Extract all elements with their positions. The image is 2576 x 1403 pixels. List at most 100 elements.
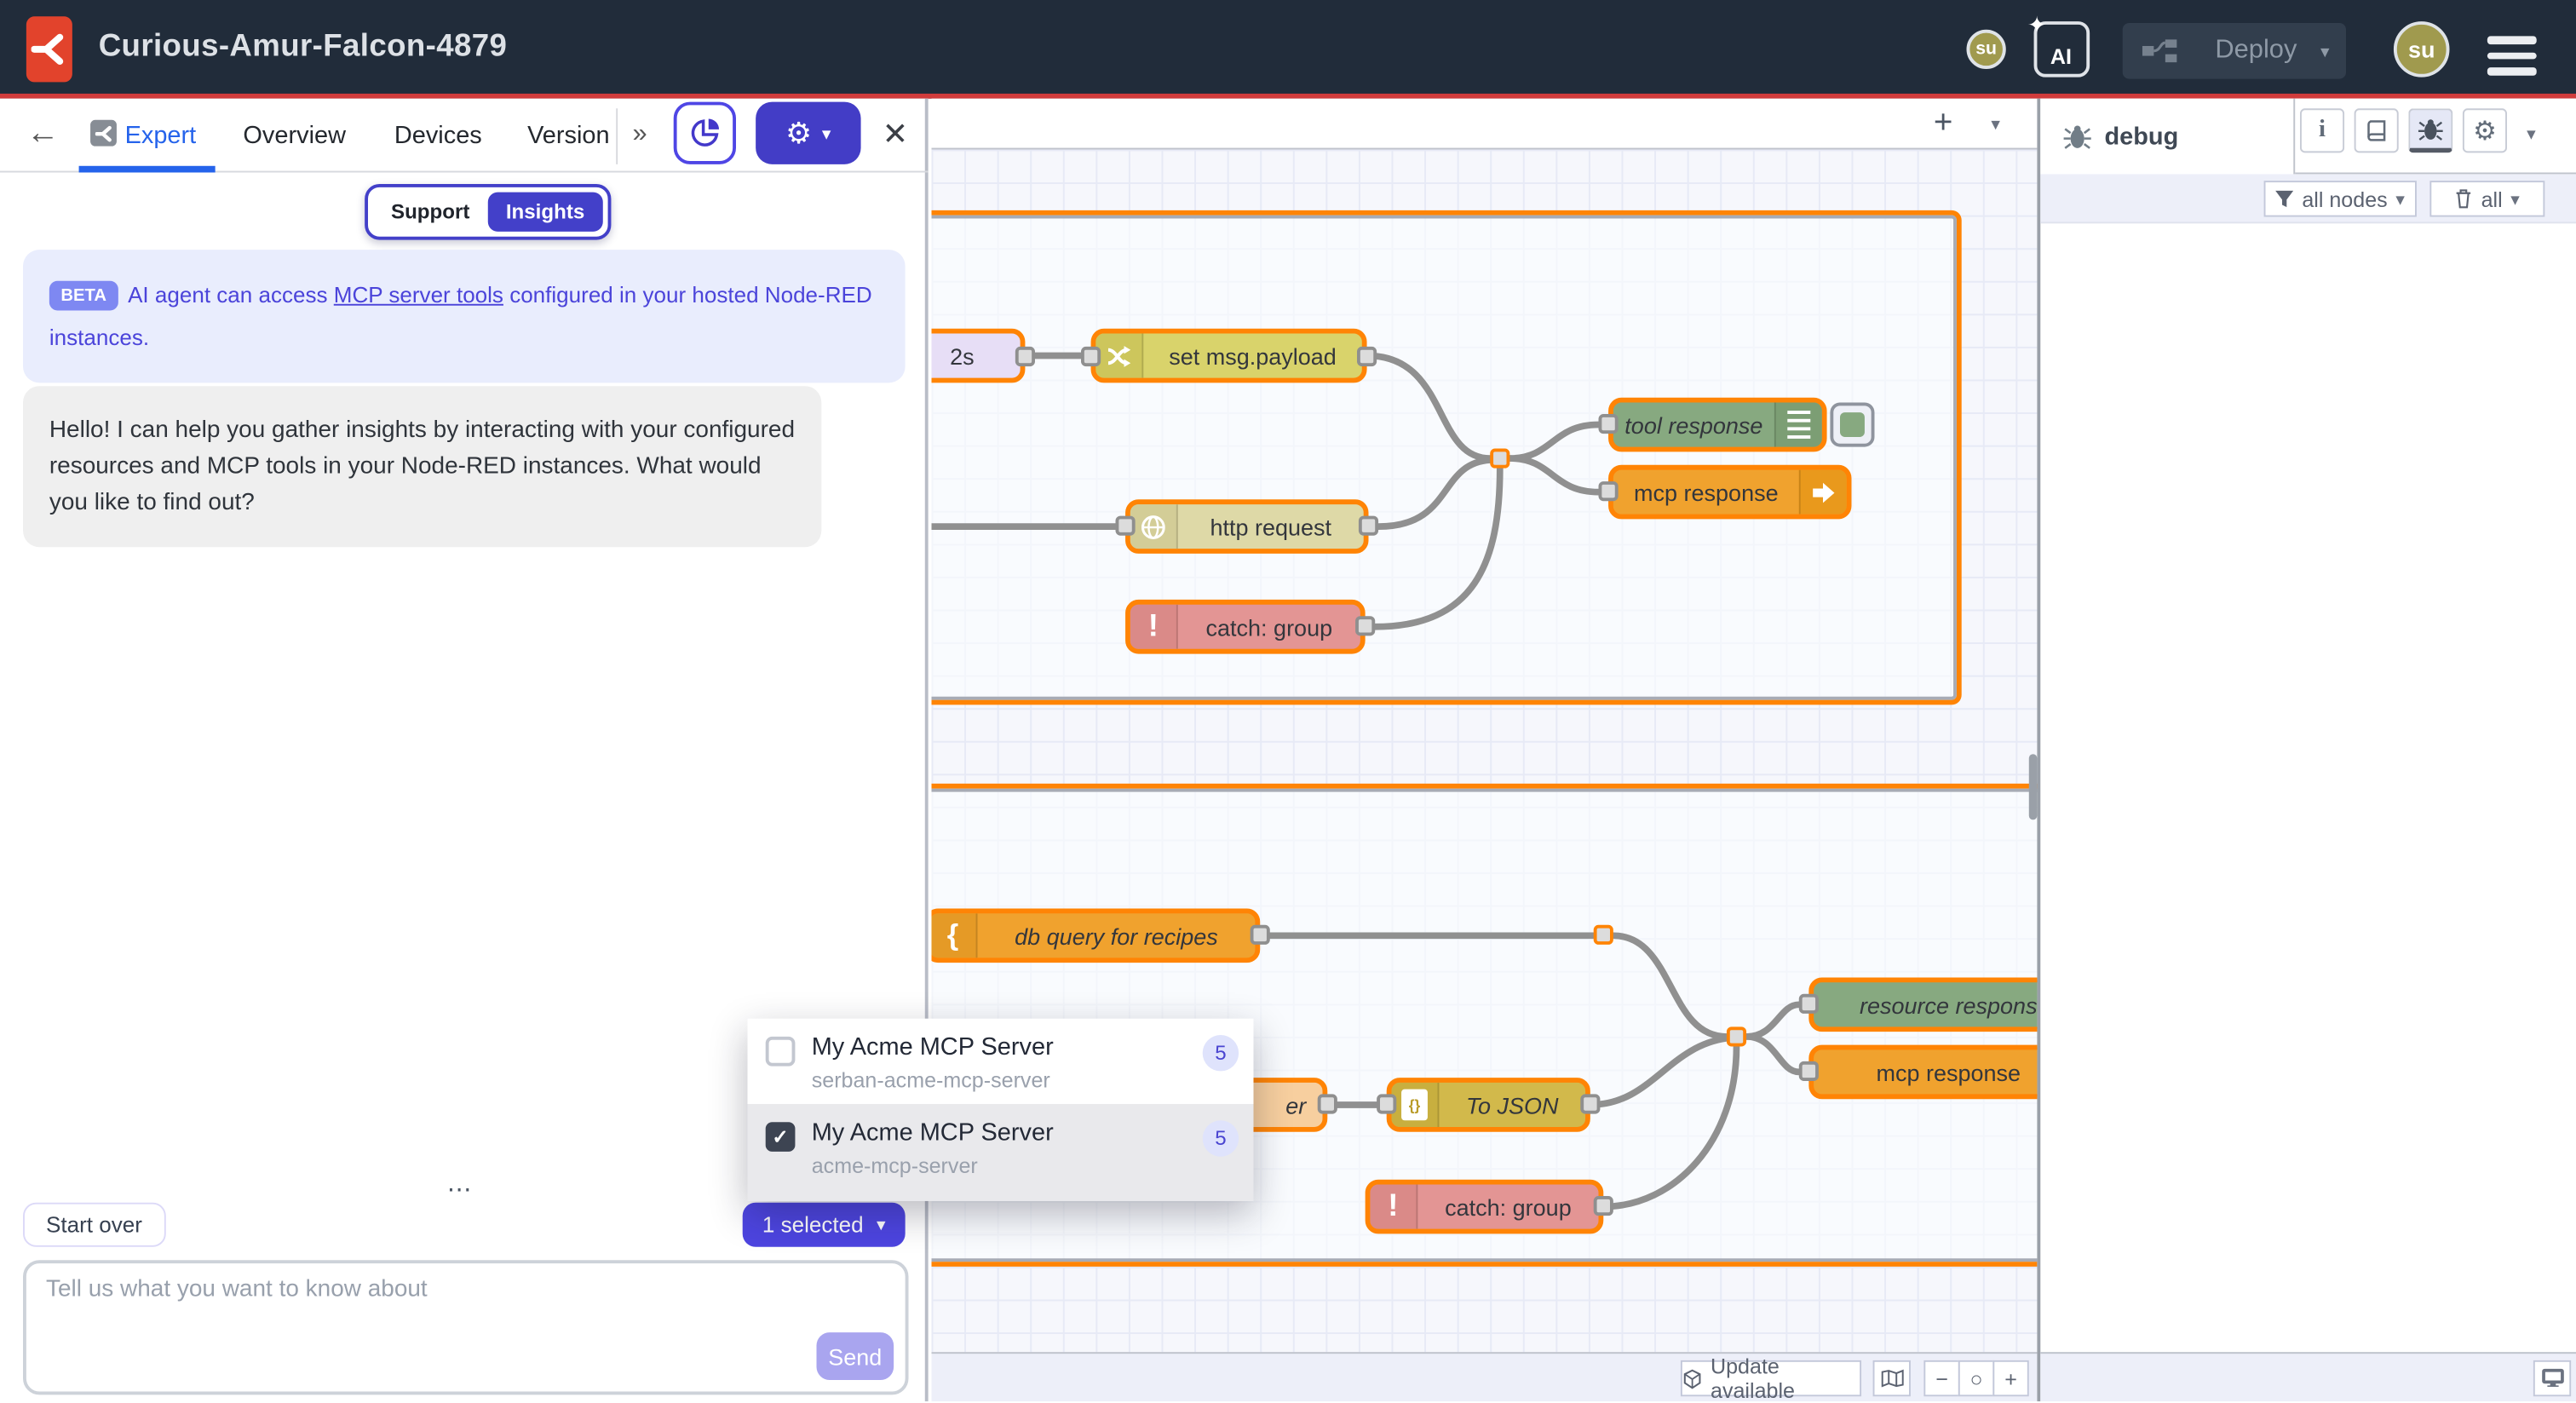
info-panel-button[interactable]: i <box>2300 108 2344 152</box>
output-port[interactable] <box>1355 616 1375 635</box>
mcp-server-tools-link[interactable]: MCP server tools <box>334 283 503 308</box>
wire-junction[interactable] <box>1594 925 1613 945</box>
toggle-insights[interactable]: Insights <box>488 193 603 232</box>
input-port[interactable] <box>1377 1094 1396 1113</box>
mcp-server-option[interactable]: ✓ My Acme MCP Server acme-mcp-server 5 <box>747 1104 1253 1201</box>
back-arrow-icon[interactable]: ← <box>26 115 60 152</box>
chat-input-box: Send <box>23 1260 908 1394</box>
link-out-icon <box>1799 470 1847 515</box>
chevron-down-icon: ▾ <box>2395 188 2405 210</box>
output-port[interactable] <box>1359 516 1378 536</box>
help-panel-button[interactable] <box>2355 108 2399 152</box>
drag-handle-dots[interactable]: ⋯ <box>447 1175 477 1205</box>
deploy-button[interactable]: Deploy ▾ <box>2123 23 2346 79</box>
flow-list-caret-icon[interactable]: ▾ <box>1991 113 2000 135</box>
active-tab-underline <box>79 166 216 173</box>
insights-chart-button[interactable] <box>674 102 736 164</box>
input-port[interactable] <box>1799 994 1819 1014</box>
flow-node-db-query[interactable]: { db query for recipes <box>931 908 1260 963</box>
output-port[interactable] <box>1318 1094 1337 1113</box>
sidebar-caret-icon[interactable]: ▾ <box>2527 124 2536 145</box>
tab-devices[interactable]: Devices <box>394 122 482 150</box>
chat-input[interactable] <box>46 1276 802 1378</box>
output-port[interactable] <box>1357 347 1377 366</box>
zoom-reset-button[interactable]: ○ <box>1958 1360 1994 1396</box>
avatar-small[interactable]: su <box>1966 30 2005 69</box>
mcp-server-option[interactable]: My Acme MCP Server serban-acme-mcp-serve… <box>747 1019 1253 1104</box>
output-port[interactable] <box>1015 347 1035 366</box>
tab-expert[interactable]: Expert <box>125 122 197 150</box>
flow-node-resource-response[interactable]: resource respons <box>1808 977 2037 1032</box>
mcp-server-dropdown: My Acme MCP Server serban-acme-mcp-serve… <box>747 1019 1253 1201</box>
node-label: tool response <box>1613 402 1774 446</box>
output-port[interactable] <box>1594 1196 1613 1216</box>
change-icon <box>1095 333 1143 377</box>
input-port[interactable] <box>1799 1061 1819 1081</box>
main-menu-button[interactable] <box>2487 28 2537 83</box>
user-avatar[interactable]: su <box>2394 21 2450 78</box>
flow-node-mcp-response-top[interactable]: mcp response <box>1608 465 1851 520</box>
checkbox-unchecked[interactable] <box>766 1037 796 1067</box>
selected-servers-button[interactable]: 1 selected ▾ <box>743 1203 906 1247</box>
settings-panel-button[interactable]: ⚙ <box>2463 108 2507 152</box>
assistant-settings-button[interactable]: ⚙ ▾ <box>756 102 860 164</box>
input-port[interactable] <box>1598 414 1618 434</box>
debug-output-icon <box>1774 402 1822 446</box>
send-button[interactable]: Send <box>816 1332 894 1380</box>
server-id: serban-acme-mcp-server <box>812 1068 1050 1093</box>
toggle-support[interactable]: Support <box>373 193 488 232</box>
wire-junction[interactable] <box>1490 448 1509 468</box>
filter-nodes-button[interactable]: all nodes ▾ <box>2264 181 2417 216</box>
page-title: Curious-Amur-Falcon-4879 <box>99 0 508 94</box>
flow-node-catch-bottom[interactable]: ! catch: group <box>1366 1180 1604 1234</box>
clear-messages-button[interactable]: all ▾ <box>2429 181 2544 216</box>
assistant-panel: ← Expert Overview Devices Version » ⚙ ▾ … <box>0 99 929 1401</box>
tab-overview[interactable]: Overview <box>243 122 346 150</box>
wire-junction[interactable] <box>1727 1026 1746 1046</box>
checkbox-checked[interactable]: ✓ <box>766 1122 796 1152</box>
bug-icon <box>2063 124 2091 149</box>
output-port[interactable] <box>1251 925 1270 945</box>
tab-version[interactable]: Version <box>527 122 610 150</box>
node-label: 2s <box>931 333 1020 377</box>
close-icon[interactable]: ✕ <box>883 117 909 154</box>
node-label: catch: group <box>1178 605 1360 649</box>
assistant-greeting: Hello! I can help you gather insights by… <box>23 386 821 547</box>
flow-node-set-msg-payload[interactable]: set msg.payload <box>1091 329 1367 383</box>
input-port[interactable] <box>1115 516 1135 536</box>
beta-text-before: AI agent can access <box>128 283 334 308</box>
flow-node-catch-top[interactable]: ! catch: group <box>1125 600 1366 654</box>
update-available-button[interactable]: Update available <box>1681 1360 1861 1396</box>
fullscreen-button[interactable] <box>2533 1360 2571 1396</box>
start-over-button[interactable]: Start over <box>23 1203 165 1247</box>
chevron-down-icon: ▾ <box>877 1214 886 1235</box>
flow-node-http-request[interactable]: http request <box>1125 499 1368 554</box>
sidebar-footer <box>2040 1352 2576 1401</box>
ai-assistant-button[interactable]: ✦ AI <box>2034 21 2090 78</box>
input-port[interactable] <box>1081 347 1101 366</box>
canvas-scrollbar[interactable] <box>2029 754 2038 819</box>
tab-overflow-icon[interactable]: » <box>632 120 647 150</box>
zoom-out-button[interactable]: − <box>1923 1360 1959 1396</box>
node-red-logo[interactable] <box>26 16 72 82</box>
zoom-in-button[interactable]: + <box>1992 1360 2028 1396</box>
node-label: db query for recipes <box>977 913 1255 957</box>
panel-resize-handle[interactable] <box>931 785 934 827</box>
flow-node-delay[interactable]: 2s <box>931 329 1025 383</box>
add-flow-button[interactable]: + <box>1934 105 1953 142</box>
debug-tab[interactable]: debug <box>2040 99 2295 175</box>
fork-icon <box>32 32 67 67</box>
flow-node-to-json[interactable]: {} To JSON <box>1387 1078 1590 1132</box>
book-icon <box>2365 119 2388 142</box>
node-label: catch: group <box>1417 1184 1598 1228</box>
flow-node-tool-response[interactable]: tool response <box>1608 398 1826 452</box>
minimap-button[interactable] <box>1873 1360 1911 1396</box>
server-id: acme-mcp-server <box>812 1153 978 1178</box>
debug-sidebar: debug i ⚙ ▾ <box>2037 99 2576 1401</box>
debug-panel-button[interactable] <box>2408 108 2452 152</box>
flow-node-mcp-response-bottom[interactable]: mcp response <box>1808 1045 2037 1100</box>
deploy-caret-icon[interactable]: ▾ <box>2320 40 2330 61</box>
input-port[interactable] <box>1598 481 1618 501</box>
debug-toggle-button[interactable] <box>1830 402 1874 446</box>
output-port[interactable] <box>1580 1094 1600 1113</box>
